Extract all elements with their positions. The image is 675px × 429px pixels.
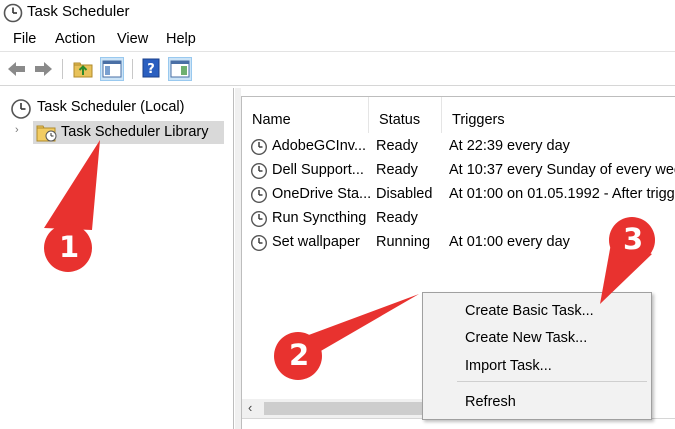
horizontal-scrollbar[interactable]: ‹ xyxy=(242,399,424,418)
menu-view[interactable]: View xyxy=(117,31,148,47)
task-clock-icon xyxy=(250,186,268,208)
task-triggers: At 10:37 every Sunday of every wee xyxy=(449,162,675,178)
console-tree: Task Scheduler (Local) › Task Scheduler … xyxy=(0,88,234,429)
scrollbar-thumb[interactable] xyxy=(264,402,424,415)
menu-item-create-basic-task[interactable]: Create Basic Task... xyxy=(465,303,594,319)
context-menu: Create Basic Task... Create New Task... … xyxy=(422,292,652,420)
task-name: AdobeGCInv... xyxy=(272,138,367,154)
task-triggers: At 22:39 every day xyxy=(449,138,570,154)
toolbar-separator xyxy=(62,59,63,79)
callout-label-1: 1 xyxy=(59,230,80,264)
task-clock-icon xyxy=(250,210,268,232)
tree-child-label: Task Scheduler Library xyxy=(61,124,209,140)
task-name: Run Syncthing xyxy=(272,210,367,226)
toolbar-separator xyxy=(132,59,133,79)
task-status: Disabled xyxy=(376,186,433,202)
task-scheduler-app-icon xyxy=(3,3,23,27)
column-header-status[interactable]: Status xyxy=(369,97,442,133)
task-triggers: At 01:00 on 01.05.1992 - After trigge xyxy=(449,186,675,202)
task-clock-icon xyxy=(250,234,268,256)
callout-label-2: 2 xyxy=(289,338,310,372)
table-row[interactable]: OneDrive Sta... Disabled At 01:00 on 01.… xyxy=(242,183,675,207)
column-header-name[interactable]: Name xyxy=(242,97,369,133)
task-name: Dell Support... xyxy=(272,162,364,178)
show-hide-console-tree-icon[interactable] xyxy=(100,57,124,81)
table-row[interactable]: Set wallpaper Running At 01:00 every day xyxy=(242,231,675,255)
menu-item-refresh[interactable]: Refresh xyxy=(465,394,516,410)
table-row[interactable]: Dell Support... Ready At 10:37 every Sun… xyxy=(242,159,675,183)
task-clock-icon xyxy=(250,138,268,160)
back-icon[interactable] xyxy=(5,57,29,81)
svg-text:?: ? xyxy=(147,62,155,77)
menu-bar: File Action View Help xyxy=(0,28,675,52)
callout-label-3: 3 xyxy=(623,222,644,256)
toolbar: ? xyxy=(0,53,675,86)
tree-root-label: Task Scheduler (Local) xyxy=(37,99,185,115)
title-bar: Task Scheduler xyxy=(0,0,675,26)
task-status: Running xyxy=(376,234,431,250)
clock-icon xyxy=(10,98,32,124)
task-clock-icon xyxy=(250,162,268,184)
menu-separator xyxy=(457,381,647,382)
help-icon[interactable]: ? xyxy=(140,57,164,81)
menu-action[interactable]: Action xyxy=(55,31,95,47)
task-name: OneDrive Sta... xyxy=(272,186,372,202)
menu-file[interactable]: File xyxy=(13,31,36,47)
window-title: Task Scheduler xyxy=(27,3,130,20)
show-hide-action-pane-icon[interactable] xyxy=(168,57,192,81)
scroll-left-arrow-icon[interactable]: ‹ xyxy=(248,400,252,415)
folder-clock-icon xyxy=(36,123,58,147)
task-status: Ready xyxy=(376,210,418,226)
menu-item-import-task[interactable]: Import Task... xyxy=(465,358,552,374)
forward-icon[interactable] xyxy=(31,57,55,81)
menu-help[interactable]: Help xyxy=(166,31,196,47)
task-status: Ready xyxy=(376,138,418,154)
table-row[interactable]: Run Syncthing Ready xyxy=(242,207,675,231)
expand-chevron-icon[interactable]: › xyxy=(15,124,19,136)
task-name: Set wallpaper xyxy=(272,234,360,250)
task-status: Ready xyxy=(376,162,418,178)
menu-item-create-new-task[interactable]: Create New Task... xyxy=(465,330,587,346)
column-header-triggers[interactable]: Triggers xyxy=(442,97,675,133)
up-folder-icon[interactable] xyxy=(71,57,95,81)
table-row[interactable]: AdobeGCInv... Ready At 22:39 every day xyxy=(242,135,675,159)
